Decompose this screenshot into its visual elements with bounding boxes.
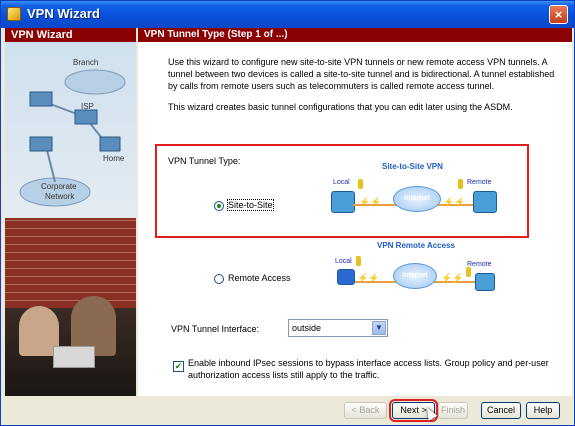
home-label: Home [103, 154, 125, 163]
site-to-site-diagram-title: Site-to-Site VPN [382, 162, 443, 171]
remote-access-label[interactable]: Remote Access [228, 273, 291, 283]
router-icon [475, 273, 495, 291]
lightning-icon: ⚡⚡ [443, 197, 466, 207]
lightning-icon: ⚡⚡ [441, 273, 464, 283]
finish-button[interactable]: Finish [438, 402, 468, 419]
remote-access-diagram-title: VPN Remote Access [377, 241, 455, 250]
bypass-acl-label[interactable]: Enable inbound IPsec sessions to bypass … [188, 357, 558, 381]
sidebar-header: VPN Wizard [5, 28, 136, 42]
title-bar[interactable]: VPN Wizard × [1, 1, 574, 28]
key-icon [466, 267, 471, 277]
description-text-2: This wizard creates basic tunnel configu… [168, 102, 513, 112]
network-illustration: Branch ISP Home Corporate Network [5, 42, 136, 222]
laptop-icon [337, 269, 355, 285]
key-icon [458, 179, 463, 189]
tunnel-type-label: VPN Tunnel Type: [168, 156, 241, 166]
bypass-acl-checkbox[interactable]: ✔ [173, 361, 184, 372]
remote-access-radio[interactable] [214, 274, 224, 284]
remote-label: Remote [467, 179, 492, 186]
tunnel-interface-label: VPN Tunnel Interface: [171, 324, 260, 334]
tunnel-interface-select[interactable]: outside ▼ [288, 319, 388, 337]
router-icon [473, 191, 497, 213]
local-label: Local [335, 258, 352, 265]
router-icon [331, 191, 355, 213]
remote-label: Remote [467, 261, 492, 268]
vpn-wizard-window: VPN Wizard × VPN Wizard Branch ISP Home … [0, 0, 575, 426]
internet-cloud-icon: Internet [393, 263, 437, 289]
branch-label: Branch [73, 58, 99, 67]
step-header: VPN Tunnel Type (Step 1 of ...) [138, 28, 572, 42]
description-text: Use this wizard to configure new site-to… [168, 57, 555, 91]
back-button[interactable]: < Back [344, 402, 387, 419]
site-to-site-radio[interactable] [214, 201, 224, 211]
internet-cloud-icon: Internet [393, 186, 441, 212]
window-title: VPN Wizard [27, 6, 100, 21]
network-label: Network [45, 192, 75, 201]
chevron-down-icon[interactable]: ▼ [372, 321, 386, 335]
key-icon [356, 256, 361, 266]
tunnel-interface-value: outside [292, 323, 322, 333]
lightning-icon: ⚡⚡ [359, 197, 382, 207]
brick-wall-image [5, 218, 136, 308]
help-button[interactable]: Help [526, 402, 560, 419]
corporate-label: Corporate [41, 182, 77, 191]
isp-label: ISP [81, 102, 94, 111]
local-label: Local [333, 179, 350, 186]
app-icon [7, 7, 21, 21]
key-icon [358, 179, 363, 189]
laptop-figure [53, 346, 95, 368]
cancel-button[interactable]: Cancel [481, 402, 521, 419]
close-button[interactable]: × [549, 5, 568, 24]
site-to-site-label[interactable]: Site-to-Site [227, 199, 274, 211]
